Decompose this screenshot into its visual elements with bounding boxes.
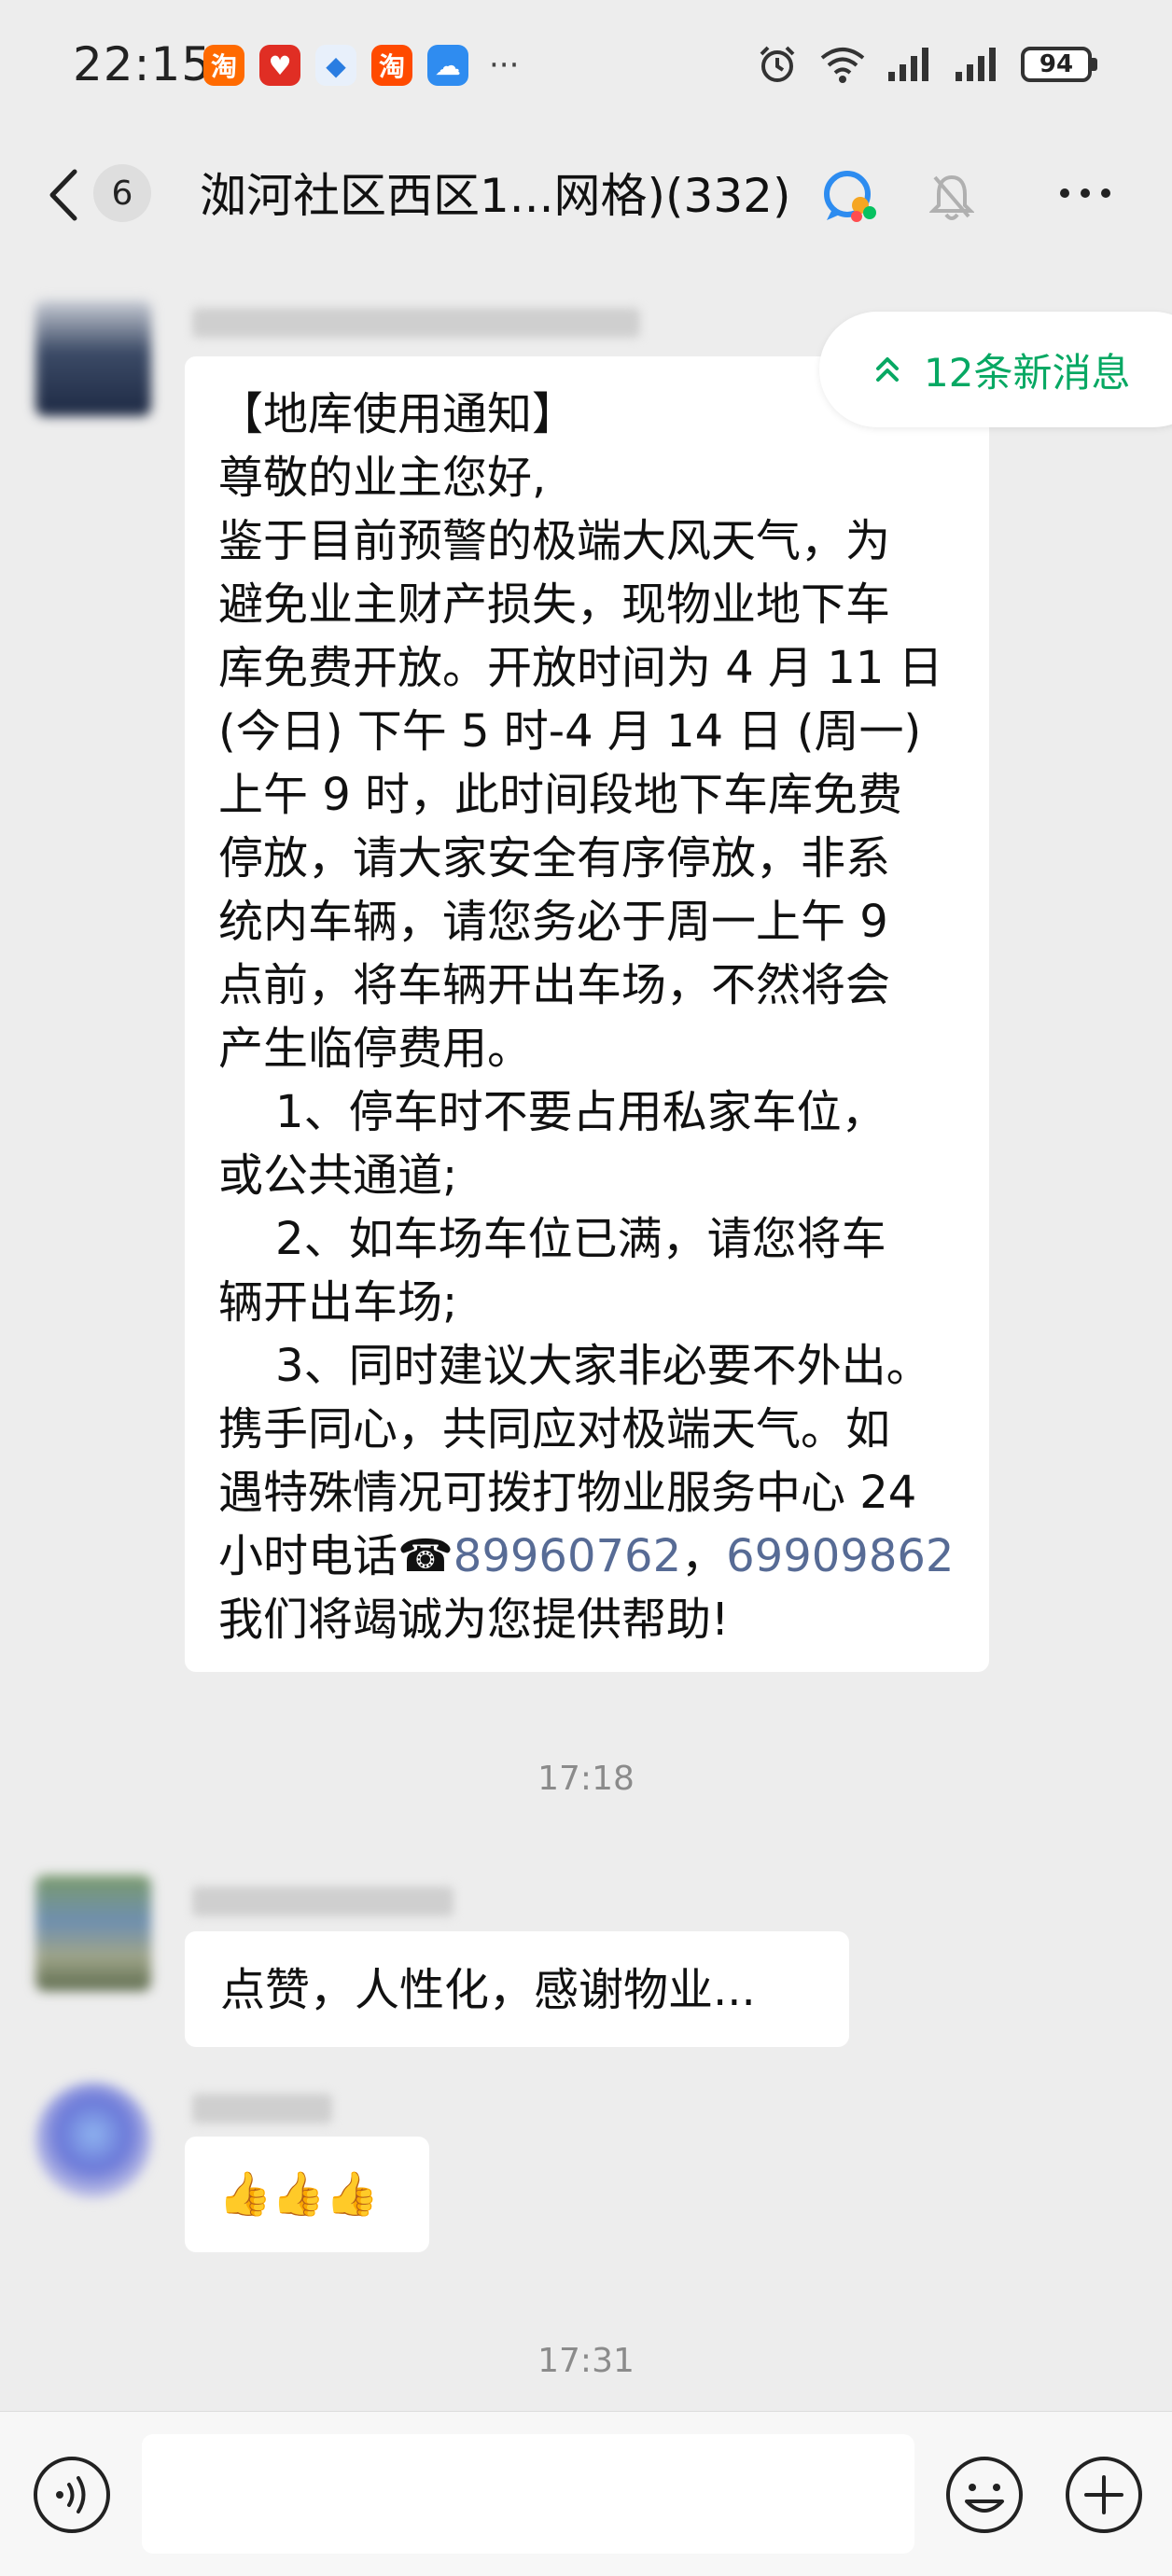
app-icon: ◆: [315, 45, 356, 86]
sender-name-blurred: [192, 308, 640, 338]
phone-separator: ，: [681, 1530, 727, 1582]
wifi-icon: [820, 48, 865, 83]
avatar[interactable]: [35, 1875, 151, 1991]
weather-icon: ☁: [427, 45, 468, 86]
group-chat-icon[interactable]: [817, 164, 883, 233]
message-line: 鉴于目前预警的极端大风天气，为: [218, 515, 891, 567]
battery-icon: 94: [1021, 47, 1097, 82]
alarm-icon: [760, 46, 795, 82]
new-messages-button[interactable]: 12条新消息: [819, 312, 1172, 427]
mute-bell-icon[interactable]: [928, 172, 975, 226]
avatar[interactable]: [35, 2082, 151, 2198]
back-arrow-icon: [49, 169, 77, 221]
message-line: 或公共通道;: [218, 1149, 458, 1202]
dot-icon: [1101, 188, 1110, 198]
chat-header: 6 洳河社区西区1...网格)(332): [0, 131, 1172, 261]
unread-count-badge[interactable]: 6: [93, 164, 151, 222]
back-button[interactable]: [45, 166, 82, 228]
double-chevron-up-icon: [875, 347, 900, 393]
more-notifications-icon: ···: [489, 47, 520, 84]
message-line: 2、如车场车位已满，请您将车: [218, 1213, 886, 1265]
message-line: 携手同心，共同应对极端天气。如: [218, 1403, 891, 1455]
message-line: 我们将竭诚为您提供帮助!: [218, 1594, 730, 1646]
message-line: (今日) 下午 5 时-4 月 14 日 (周一): [218, 705, 922, 758]
sender-name-blurred: [192, 2094, 332, 2123]
dot-icon: [1060, 188, 1069, 198]
more-actions-button[interactable]: [1064, 2455, 1144, 2539]
message-line-phone: 小时电话☎89960762，69909862: [218, 1525, 956, 1588]
message-line: 3、同时建议大家非必要不外出。: [218, 1340, 931, 1392]
battery-level: 94: [1021, 47, 1092, 82]
timestamp: 17:18: [537, 1760, 635, 1798]
chat-title[interactable]: 洳河社区西区1...网格)(332): [200, 159, 790, 226]
plus-icon: [1066, 2457, 1142, 2533]
message-bubble[interactable]: 点赞，人性化，感谢物业...: [185, 1931, 849, 2047]
emoji-icon: [946, 2457, 1023, 2533]
chat-input-bar: [0, 2411, 1172, 2576]
message-line: 1、停车时不要占用私家车位，: [218, 1086, 886, 1138]
system-icons: 94: [756, 43, 1097, 86]
phone-link[interactable]: 89960762: [453, 1530, 681, 1582]
message-text: 点赞，人性化，感谢物业...: [220, 1964, 756, 2016]
message-bubble[interactable]: 👍👍👍: [185, 2137, 429, 2252]
notification-icons: 淘 ♥ ◆ 淘 ☁ ···: [203, 45, 519, 86]
message-input[interactable]: [142, 2434, 914, 2554]
sender-name-blurred: [192, 1887, 453, 1916]
taobao-icon: 淘: [371, 45, 412, 86]
message-line: 产生临停费用。: [218, 1023, 533, 1075]
emoji-button[interactable]: [944, 2455, 1025, 2539]
status-time: 22:15: [73, 37, 213, 91]
dot-icon: [1081, 188, 1090, 198]
phone-link[interactable]: 69909862: [726, 1530, 954, 1582]
message-line: 统内车辆，请您务必于周一上午 9: [218, 896, 888, 948]
voice-icon: [34, 2457, 110, 2533]
message-line: 停放，请大家安全有序停放，非系: [218, 832, 891, 884]
signal-icon: [956, 48, 996, 81]
phone-label: 小时电话☎: [218, 1530, 453, 1582]
message-line: 尊敬的业主您好,: [218, 452, 547, 504]
thumbs-up-emoji: 👍👍👍: [218, 2168, 379, 2219]
message-line: 避免业主财产损失，现物业地下车: [218, 578, 891, 631]
message-line: 库免费开放。开放时间为 4 月 11 日: [218, 642, 943, 694]
signal-icon: [888, 48, 928, 81]
voice-input-button[interactable]: [32, 2455, 112, 2539]
pinduoduo-icon: ♥: [259, 45, 300, 86]
notice-message-bubble[interactable]: 【地库使用通知】 尊敬的业主您好, 鉴于目前预警的极端大风天气，为 避免业主财产…: [185, 356, 989, 1672]
avatar[interactable]: [35, 300, 151, 416]
message-line: 遇特殊情况可拨打物业服务中心 24: [218, 1467, 917, 1519]
taobao-icon: 淘: [203, 45, 244, 86]
message-line: 上午 9 时，此时间段地下车库免费: [218, 769, 903, 821]
message-line: 点前，将车辆开出车场，不然将会: [218, 959, 891, 1011]
more-options-button[interactable]: [1060, 188, 1110, 198]
timestamp: 17:31: [537, 2342, 635, 2380]
status-bar: 22:15 淘 ♥ ◆ 淘 ☁ ··· 94: [0, 0, 1172, 131]
message-line: 辆开出车场;: [218, 1276, 458, 1329]
new-messages-label: 12条新消息: [924, 349, 1131, 396]
